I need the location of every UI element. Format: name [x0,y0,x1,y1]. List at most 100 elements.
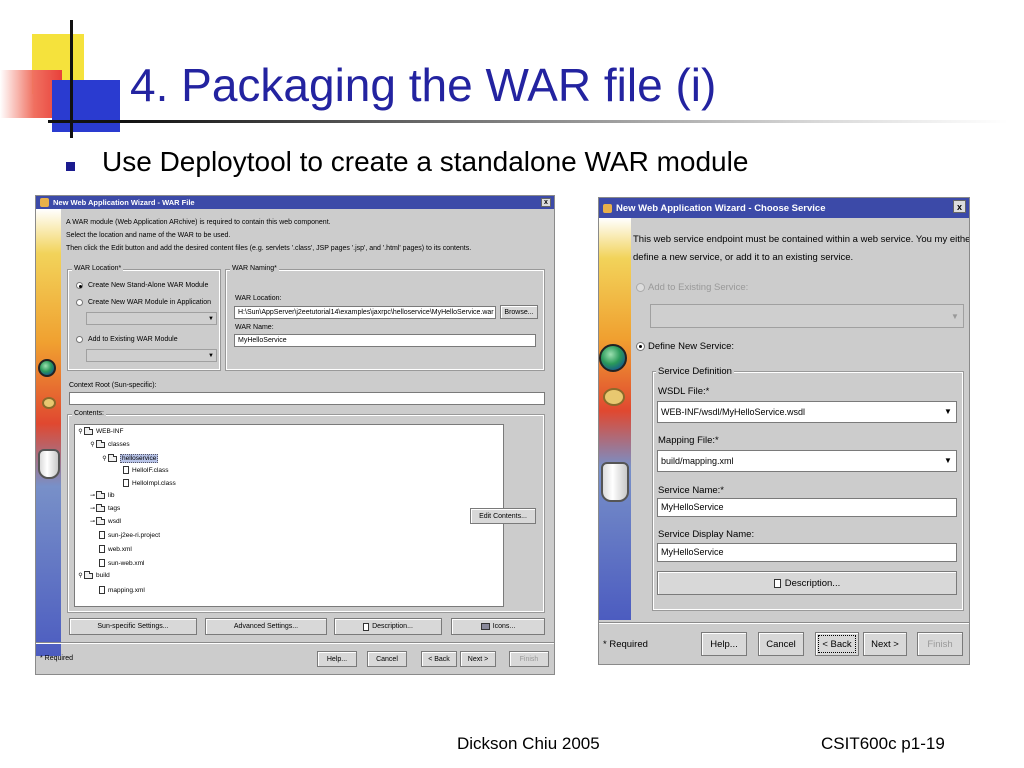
tree-item[interactable]: ⊸ wsdl [89,516,122,525]
expanded-toggle-icon[interactable]: ⚲ [89,441,96,448]
radio-add-existing-service[interactable] [636,283,645,292]
radio-label: Create New WAR Module in Application [88,299,212,306]
help-button[interactable]: Help... [317,651,357,667]
java-cup-icon [40,198,49,207]
application-combo: ▼ [86,312,217,325]
add-existing-service-label: Add to Existing Service: [648,282,749,293]
close-icon[interactable]: x [953,200,966,213]
tree-item[interactable]: ⊸ lib [89,490,115,499]
cancel-button[interactable]: Cancel [758,632,804,656]
folder-icon [84,426,93,435]
service-definition-legend: Service Definition [656,366,734,377]
window-title: New Web Application Wizard - WAR File [53,198,195,207]
java-cup-icon [603,203,612,213]
radio-label: Create New Stand-Alone WAR Module [88,282,209,289]
contents-tree[interactable]: ⚲ WEB-INF ⚲ classes ⚲ helloservice HelloIF.… [74,424,504,607]
tree-item[interactable]: sun-web.xml [99,559,144,567]
folder-icon [96,439,105,448]
chevron-down-icon: ▼ [208,352,214,359]
intro-line: Select the location and name of the WAR … [66,232,231,239]
radio-existing-war[interactable] [76,336,83,343]
finish-button[interactable]: Finish [509,651,549,667]
expanded-toggle-icon[interactable]: ⚲ [77,572,84,579]
tree-item-label: wsdl [108,518,122,525]
war-location-label: WAR Location: [235,295,282,302]
folder-icon [108,453,117,462]
button-label: Description... [784,577,841,589]
description-button[interactable]: Description... [657,571,957,595]
bullet-text: Use Deploytool to create a standalone WA… [102,146,749,177]
context-root-field[interactable] [69,392,545,405]
back-button[interactable]: < Back [815,632,859,656]
close-icon[interactable]: x [541,198,551,207]
back-button[interactable]: < Back [421,651,457,667]
collapsed-toggle-icon[interactable]: ⊸ [89,505,96,512]
help-button[interactable]: Help... [701,632,747,656]
context-root-label: Context Root (Sun-specific): [69,382,157,389]
file-icon [99,559,105,567]
globe-icon [599,344,627,372]
war-name-field[interactable]: MyHelloService [234,334,536,347]
folder-icon [84,570,93,579]
war-location-field[interactable]: H:\Sun\AppServer\j2eetutorial14\examples… [234,306,496,319]
radio-define-new-service[interactable] [636,342,645,351]
description-button[interactable]: Description... [334,618,442,635]
expanded-toggle-icon[interactable]: ⚲ [101,455,108,462]
window-titlebar[interactable]: New Web Application Wizard - WAR File x [36,196,554,209]
chevron-down-icon[interactable]: ▼ [940,451,956,471]
radio-standalone-war[interactable] [76,282,83,289]
collapsed-toggle-icon[interactable]: ⊸ [89,518,96,525]
chevron-down-icon: ▼ [208,315,214,322]
tree-item-label: build [96,572,110,579]
edit-contents-button[interactable]: Edit Contents... [470,508,536,524]
divider [599,622,969,624]
images-icon [480,623,490,630]
wsdl-file-combo[interactable]: WEB-INF/wsdl/MyHelloService.wsdl ▼ [657,401,957,423]
service-name-field[interactable]: MyHelloService [657,498,957,517]
wizard-side-banner [36,209,61,656]
collapsed-toggle-icon[interactable]: ⊸ [89,492,96,499]
browse-button[interactable]: Browse... [500,305,538,319]
tree-item[interactable]: ⊸ tags [89,503,120,512]
icons-button[interactable]: Icons... [451,618,545,635]
tree-item[interactable]: HelloImpl.class [123,479,176,487]
tree-item[interactable]: sun-j2ee-ri.project [99,531,160,539]
wsdl-file-value: WEB-INF/wsdl/MyHelloService.wsdl [661,407,806,417]
document-icon [773,578,781,588]
next-button[interactable]: Next > [460,651,496,667]
expanded-toggle-icon[interactable]: ⚲ [77,428,84,435]
tree-item[interactable]: ⚲ classes [89,439,130,448]
tree-item-label: sun-j2ee-ri.project [108,531,161,539]
finish-button[interactable]: Finish [917,632,963,656]
folder-icon [96,490,105,499]
choose-service-wizard-window: New Web Application Wizard - Choose Serv… [598,197,970,665]
wsdl-file-label: WSDL File:* [658,386,710,397]
tree-item-label: HelloImpl.class [132,479,176,487]
required-note: * Required [40,655,74,662]
file-icon [123,479,129,487]
chevron-down-icon[interactable]: ▼ [940,402,956,422]
tree-item[interactable]: ⚲ helloservice [101,453,159,463]
jar-icon [38,449,60,479]
tree-item[interactable]: ⚲ build [77,570,110,579]
tree-item[interactable]: web.xml [99,545,132,553]
window-titlebar[interactable]: New Web Application Wizard - Choose Serv… [599,198,969,218]
service-display-name-field[interactable]: MyHelloService [657,543,957,562]
tree-item[interactable]: HelloIF.class [123,466,168,474]
file-icon [99,586,105,594]
radio-war-in-application[interactable] [76,299,83,306]
intro-line: define a new service, or add it to an ex… [633,252,854,263]
mapping-file-combo[interactable]: build/mapping.xml ▼ [657,450,957,472]
tree-item[interactable]: ⚲ WEB-INF [77,426,124,435]
tree-item[interactable]: mapping.xml [99,586,145,594]
next-button[interactable]: Next > [863,632,907,656]
cancel-button[interactable]: Cancel [367,651,407,667]
file-icon [99,545,105,553]
tree-item-label: WEB-INF [96,428,124,435]
contents-legend: Contents: [72,410,106,417]
war-name-label: WAR Name: [235,324,274,331]
sun-specific-settings-button[interactable]: Sun-specific Settings... [69,618,197,635]
footer-course: CSIT600c p1-19 [821,734,945,753]
tree-item-label: lib [108,492,115,499]
advanced-settings-button[interactable]: Advanced Settings... [205,618,327,635]
